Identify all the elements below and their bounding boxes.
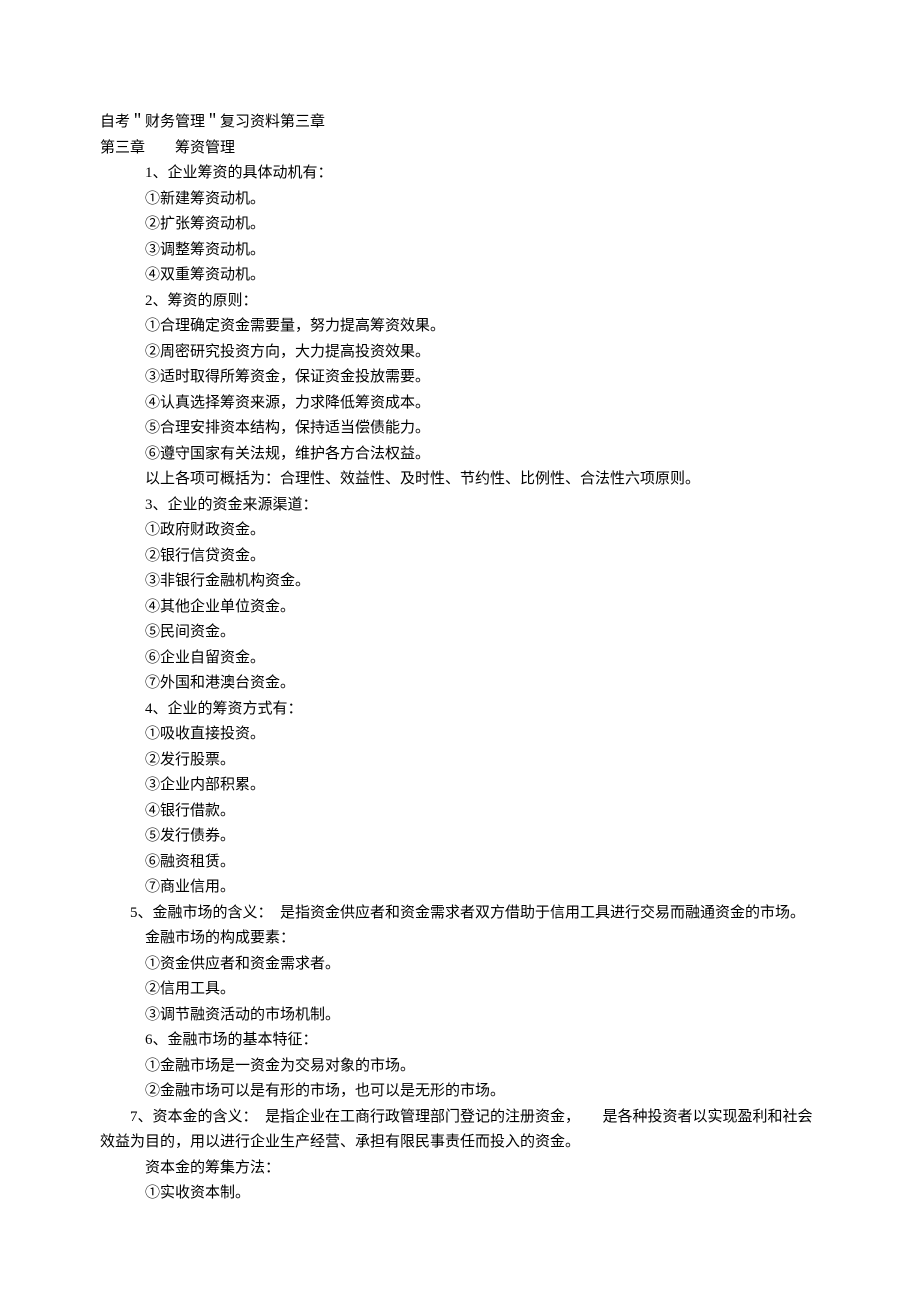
- chapter-heading: 第三章 筹资管理: [100, 136, 820, 162]
- list-item: ④双重筹资动机。: [100, 263, 820, 289]
- list-item: ②信用工具。: [100, 977, 820, 1003]
- list-item: ⑥企业自留资金。: [100, 646, 820, 672]
- section-7-head: 7、资本金的含义： 是指企业在工商行政管理部门登记的注册资金， 是各种投资者以实…: [100, 1105, 820, 1156]
- list-item: ③调节融资活动的市场机制。: [100, 1003, 820, 1029]
- list-item: ④银行借款。: [100, 799, 820, 825]
- list-item: ①合理确定资金需要量，努力提高筹资效果。: [100, 314, 820, 340]
- list-item: ②扩张筹资动机。: [100, 212, 820, 238]
- list-item: ④其他企业单位资金。: [100, 595, 820, 621]
- section-3-head: 3、企业的资金来源渠道：: [100, 493, 820, 519]
- section-1-head: 1、企业筹资的具体动机有：: [100, 161, 820, 187]
- list-item: ⑦商业信用。: [100, 875, 820, 901]
- list-item: ⑤合理安排资本结构，保持适当偿债能力。: [100, 416, 820, 442]
- list-item: ①吸收直接投资。: [100, 722, 820, 748]
- list-item: ③非银行金融机构资金。: [100, 569, 820, 595]
- section-7-sub: 资本金的筹集方法：: [100, 1156, 820, 1182]
- list-item: ⑤民间资金。: [100, 620, 820, 646]
- list-item: ⑤发行债券。: [100, 824, 820, 850]
- list-item: ③企业内部积累。: [100, 773, 820, 799]
- section-6-head: 6、金融市场的基本特征：: [100, 1028, 820, 1054]
- list-item: ①实收资本制。: [100, 1181, 820, 1207]
- list-item: ②发行股票。: [100, 748, 820, 774]
- list-item: ②金融市场可以是有形的市场，也可以是无形的市场。: [100, 1079, 820, 1105]
- list-item: ②银行信贷资金。: [100, 544, 820, 570]
- list-item: ①金融市场是一资金为交易对象的市场。: [100, 1054, 820, 1080]
- section-2-head: 2、筹资的原则：: [100, 289, 820, 315]
- list-item: ①政府财政资金。: [100, 518, 820, 544]
- section-5-head: 5、金融市场的含义： 是指资金供应者和资金需求者双方借助于信用工具进行交易而融通…: [100, 901, 820, 927]
- document-title: 自考＂财务管理＂复习资料第三章: [100, 110, 820, 136]
- list-item: ②周密研究投资方向，大力提高投资效果。: [100, 340, 820, 366]
- list-item: ③调整筹资动机。: [100, 238, 820, 264]
- list-item: ①资金供应者和资金需求者。: [100, 952, 820, 978]
- list-item: ④认真选择筹资来源，力求降低筹资成本。: [100, 391, 820, 417]
- list-item: ①新建筹资动机。: [100, 187, 820, 213]
- section-5-sub: 金融市场的构成要素：: [100, 926, 820, 952]
- list-item: ③适时取得所筹资金，保证资金投放需要。: [100, 365, 820, 391]
- list-item: ⑥融资租赁。: [100, 850, 820, 876]
- list-item: ⑦外国和港澳台资金。: [100, 671, 820, 697]
- section-4-head: 4、企业的筹资方式有：: [100, 697, 820, 723]
- list-item: ⑥遵守国家有关法规，维护各方合法权益。: [100, 442, 820, 468]
- section-2-summary: 以上各项可概括为：合理性、效益性、及时性、节约性、比例性、合法性六项原则。: [100, 467, 820, 493]
